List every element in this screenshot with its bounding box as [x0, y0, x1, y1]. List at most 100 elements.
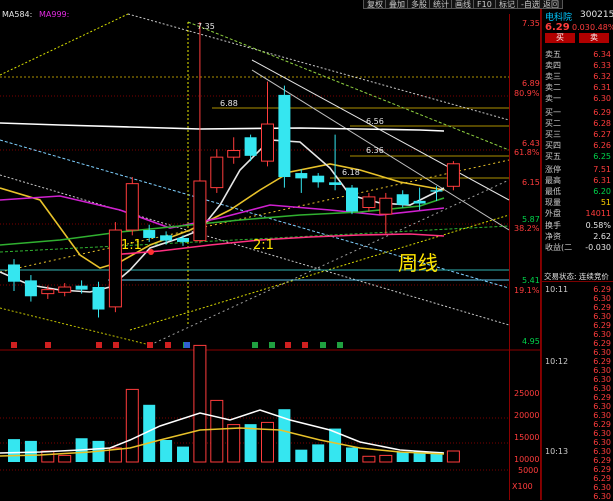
stat-row[interactable]: 现量 51	[545, 198, 611, 208]
price-change: 0.03	[572, 23, 590, 32]
candle-body[interactable]	[143, 230, 156, 238]
volume-bar[interactable]	[446, 450, 460, 463]
candle-body[interactable]	[430, 190, 443, 192]
stat-row[interactable]: 最低 6.20	[545, 187, 611, 197]
ask-row[interactable]: 卖五 6.34	[545, 50, 611, 60]
buy-marker[interactable]	[285, 342, 291, 348]
stat-row[interactable]: 最高 6.31	[545, 176, 611, 186]
candle-body[interactable]	[92, 287, 105, 310]
volume-bar[interactable]	[261, 421, 274, 463]
tick-row: 10:12 6.29	[545, 357, 611, 366]
sell-marker[interactable]	[320, 342, 326, 348]
tick-price: 6.30	[593, 429, 611, 438]
candle-body[interactable]	[396, 194, 409, 205]
bid-row[interactable]: 买五 6.25	[545, 152, 611, 162]
buy-marker[interactable]	[45, 342, 51, 348]
volume-bar[interactable]	[312, 444, 325, 462]
volume-bar[interactable]	[346, 447, 358, 462]
volume-bar[interactable]	[177, 446, 189, 462]
volume-bar[interactable]	[160, 440, 173, 462]
candle-body[interactable]	[8, 264, 20, 282]
sell-marker[interactable]	[337, 342, 343, 348]
volume-bar[interactable]	[227, 424, 241, 463]
volume-bar[interactable]	[125, 388, 139, 463]
toolbar-back-button[interactable]: 返回	[539, 0, 563, 9]
candle-body[interactable]	[278, 94, 291, 178]
sell-button[interactable]: 卖	[579, 33, 609, 43]
ask-row[interactable]: 卖三 6.32	[545, 72, 611, 82]
volume-bar[interactable]	[295, 449, 308, 462]
ask-row[interactable]: 卖四 6.33	[545, 61, 611, 71]
candle-body[interactable]	[261, 123, 274, 162]
sell-marker[interactable]	[269, 342, 275, 348]
tick-price: 6.29	[593, 465, 611, 474]
volume-bar[interactable]	[379, 454, 393, 463]
toolbar-overlay-button[interactable]: 叠加	[385, 0, 409, 9]
buy-marker[interactable]	[113, 342, 119, 348]
candle-body[interactable]	[125, 183, 139, 231]
candle-body[interactable]	[24, 280, 37, 297]
stat-row[interactable]: 涨停 7.51	[545, 165, 611, 175]
candle-body[interactable]	[346, 187, 358, 212]
buy-marker[interactable]	[11, 342, 17, 348]
toolbar-mark-button[interactable]: 标记	[495, 0, 519, 9]
ask-row[interactable]: 卖二 6.31	[545, 83, 611, 93]
candle-body[interactable]	[41, 289, 55, 295]
candle-body[interactable]	[177, 237, 189, 242]
stat-row[interactable]: 外盘 14011	[545, 209, 611, 219]
y-label-643: 6.43	[522, 139, 540, 148]
candle-body[interactable]	[210, 156, 224, 189]
ask-row-value: 6.34	[593, 50, 611, 59]
info-marker[interactable]	[184, 342, 190, 348]
volume-bar[interactable]	[244, 424, 257, 462]
stat-row[interactable]: 净资 2.62	[545, 232, 611, 242]
buy-marker[interactable]	[147, 342, 153, 348]
candle-body[interactable]	[379, 197, 393, 215]
volume-bar[interactable]	[210, 399, 224, 463]
candle-body[interactable]	[329, 182, 342, 185]
ask-row-label: 卖五	[545, 50, 561, 59]
ask-row[interactable]: 卖一 6.30	[545, 94, 611, 104]
volume-bar[interactable]	[58, 454, 72, 463]
ask-row-label: 卖二	[545, 83, 561, 92]
volume-bar[interactable]	[41, 450, 55, 463]
volume-bar[interactable]	[193, 344, 207, 463]
candle-body[interactable]	[413, 200, 426, 204]
candle-body[interactable]	[295, 173, 308, 179]
candle-body[interactable]	[312, 175, 325, 183]
bid-row[interactable]: 买四 6.26	[545, 141, 611, 151]
tick-price: 6.30	[593, 312, 611, 321]
candle-body[interactable]	[362, 196, 376, 208]
toolbar-multistock-button[interactable]: 多股	[407, 0, 431, 9]
volume-bar[interactable]	[8, 439, 20, 462]
candle-body[interactable]	[193, 180, 207, 242]
volume-bar[interactable]	[396, 452, 409, 462]
candle-body[interactable]	[244, 137, 257, 156]
bid-row-value: 6.25	[593, 152, 611, 161]
candle-body[interactable]	[446, 163, 460, 187]
buy-marker[interactable]	[96, 342, 102, 348]
candle-body[interactable]	[75, 285, 88, 290]
toolbar-f10-button[interactable]: F10	[473, 0, 496, 9]
toolbar-stats-button[interactable]: 统计	[429, 0, 453, 9]
volume-bar[interactable]	[362, 455, 376, 463]
candle-body[interactable]	[160, 235, 173, 241]
kline-chart[interactable]: 7.35 6.89 80.9% 6.43 61.8% 6.15 5.87 38.…	[0, 0, 541, 500]
bid-row-value: 6.26	[593, 141, 611, 150]
toolbar-draw-button[interactable]: 画线	[451, 0, 475, 9]
buy-marker[interactable]	[165, 342, 171, 348]
candle-body[interactable]	[108, 229, 122, 308]
toolbar-fuquan-button[interactable]: 复权	[363, 0, 387, 9]
buy-marker[interactable]	[302, 342, 308, 348]
candle-body[interactable]	[227, 150, 241, 158]
bid-row[interactable]: 买一 6.29	[545, 108, 611, 118]
bid-row[interactable]: 买三 6.27	[545, 130, 611, 140]
stat-row[interactable]: 换手 0.58%	[545, 221, 611, 231]
stat-row[interactable]: 收益(二 -0.030	[545, 243, 611, 253]
candle-body[interactable]	[58, 286, 72, 293]
bid-row[interactable]: 买二 6.28	[545, 119, 611, 129]
tick-row: 6.30	[545, 366, 611, 375]
quote-panel: 电科院 300215 6.29 0.03 0.48% 买 卖 卖五 6.34 卖四 6…	[541, 9, 613, 501]
buy-button[interactable]: 买	[545, 33, 575, 43]
sell-marker[interactable]	[252, 342, 258, 348]
